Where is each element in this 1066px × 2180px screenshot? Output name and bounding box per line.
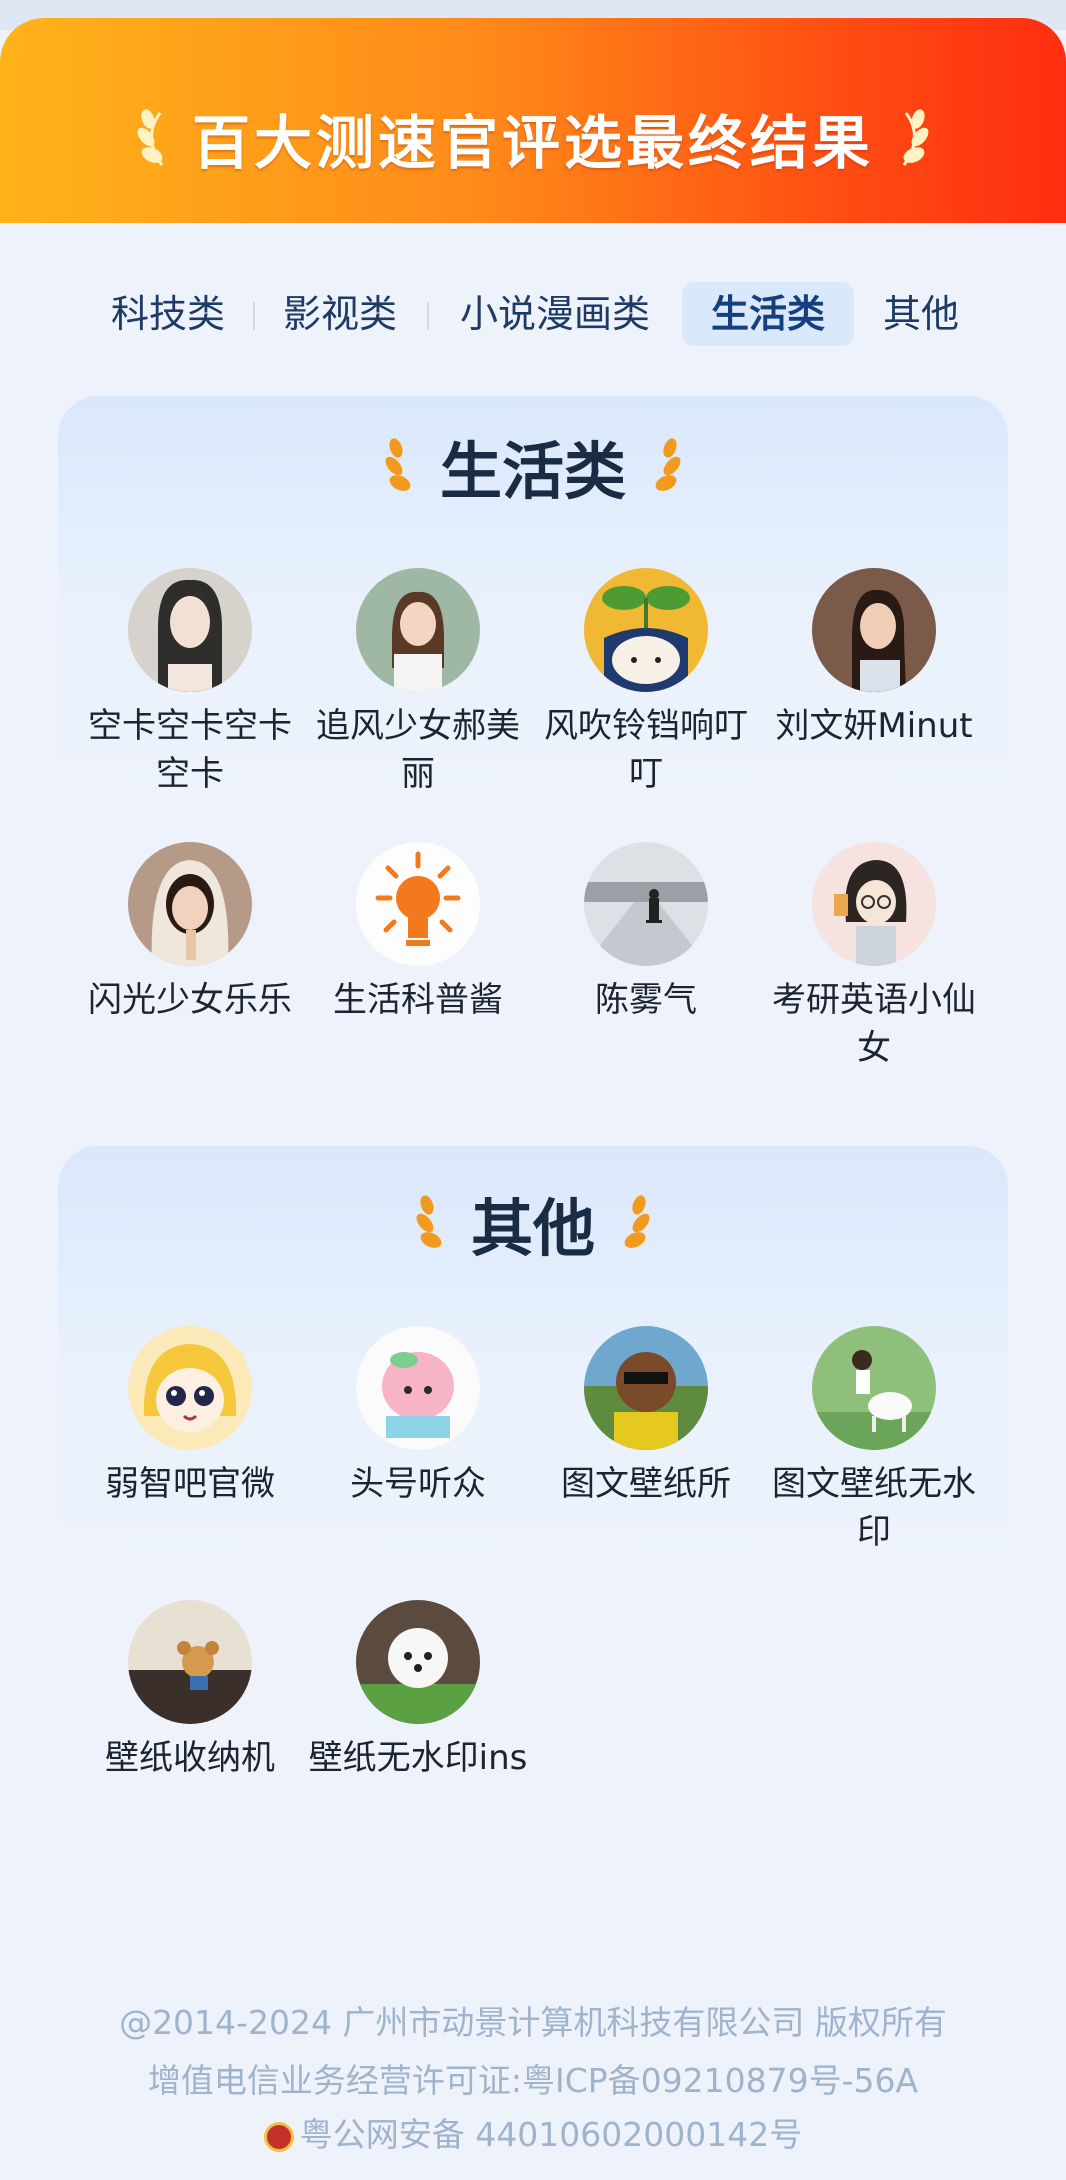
account-name: 头号听众: [350, 1464, 486, 1504]
account-item[interactable]: 弱智吧官微: [80, 1326, 300, 1508]
footer-police-text: 粤公网安备 44010602000142号: [299, 2115, 803, 2154]
avatar: [584, 1326, 708, 1450]
avatar: [584, 568, 708, 692]
account-item[interactable]: 空卡空卡空卡空卡: [80, 568, 300, 798]
account-item[interactable]: 考研英语小仙女: [764, 842, 984, 1072]
account-item[interactable]: 闪光少女乐乐: [80, 842, 300, 1024]
account-name: 空卡空卡空卡空卡: [88, 706, 292, 794]
laurel-right-icon: [655, 438, 681, 491]
avatar: [356, 1600, 480, 1724]
account-name: 图文壁纸无水印: [772, 1464, 976, 1552]
avatar: [812, 842, 936, 966]
avatar: [128, 1326, 252, 1450]
avatar: [128, 568, 252, 692]
account-name: 风吹铃铛响叮叮: [544, 706, 748, 794]
footer: @2014-2024 广州市动景计算机科技有限公司 版权所有 增值电信业务经营许…: [0, 1990, 1066, 2180]
tab-novel-comic[interactable]: 小说漫画类: [446, 282, 664, 346]
laurel-right-icon: [624, 1195, 650, 1248]
account-item[interactable]: 壁纸无水印ins: [308, 1600, 528, 1782]
avatar: [128, 1600, 252, 1724]
account-item[interactable]: 壁纸收纳机: [80, 1600, 300, 1782]
category-tabs: 科技类 影视类 小说漫画类 生活类 其他: [0, 282, 1066, 352]
account-name: 壁纸无水印ins: [308, 1738, 528, 1778]
tab-separator: [253, 302, 255, 330]
account-name: 闪光少女乐乐: [88, 980, 292, 1020]
title-banner: 百大测速官评选最终结果: [0, 18, 1066, 223]
account-name: 弱智吧官微: [105, 1464, 275, 1504]
account-name: 图文壁纸所: [561, 1464, 731, 1504]
avatar: [128, 842, 252, 966]
account-name: 追风少女郝美丽: [316, 706, 520, 794]
tab-life[interactable]: 生活类: [682, 282, 854, 346]
avatar: [356, 1326, 480, 1450]
police-badge-icon: [263, 2121, 294, 2152]
avatar: [356, 568, 480, 692]
lightbulb-icon: [356, 842, 480, 966]
laurel-left-icon: [385, 438, 411, 491]
avatar: [812, 1326, 936, 1450]
account-name: 刘文妍Minut: [775, 706, 973, 746]
footer-copyright: @2014-2024 广州市动景计算机科技有限公司 版权所有: [119, 2003, 947, 2042]
laurel-left-icon: [137, 109, 164, 166]
tab-separator: [427, 302, 429, 330]
account-name: 考研英语小仙女: [772, 980, 976, 1068]
account-name: 陈雾气: [595, 980, 697, 1020]
account-item[interactable]: 陈雾气: [536, 842, 756, 1024]
account-name: 壁纸收纳机: [105, 1738, 275, 1778]
account-name: 生活科普酱: [333, 980, 503, 1020]
account-item[interactable]: 追风少女郝美丽: [308, 568, 528, 798]
laurel-left-icon: [416, 1195, 442, 1248]
avatar: [812, 568, 936, 692]
account-item[interactable]: 头号听众: [308, 1326, 528, 1508]
tab-film[interactable]: 影视类: [272, 282, 408, 346]
account-item[interactable]: 生活科普酱: [308, 842, 528, 1024]
tab-tech[interactable]: 科技类: [100, 282, 236, 346]
section-title: 其他: [470, 1192, 595, 1265]
laurel-right-icon: [902, 109, 929, 166]
account-item[interactable]: 刘文妍Minut: [764, 568, 984, 750]
section-title: 生活类: [439, 435, 626, 508]
account-item[interactable]: 图文壁纸无水印: [764, 1326, 984, 1556]
account-item[interactable]: 图文壁纸所: [536, 1326, 756, 1508]
banner-title: 百大测速官评选最终结果: [191, 109, 874, 177]
avatar: [584, 842, 708, 966]
account-item[interactable]: 风吹铃铛响叮叮: [536, 568, 756, 798]
tab-other[interactable]: 其他: [870, 282, 972, 346]
footer-police-record[interactable]: 粤公网安备 44010602000142号: [0, 2102, 1066, 2168]
